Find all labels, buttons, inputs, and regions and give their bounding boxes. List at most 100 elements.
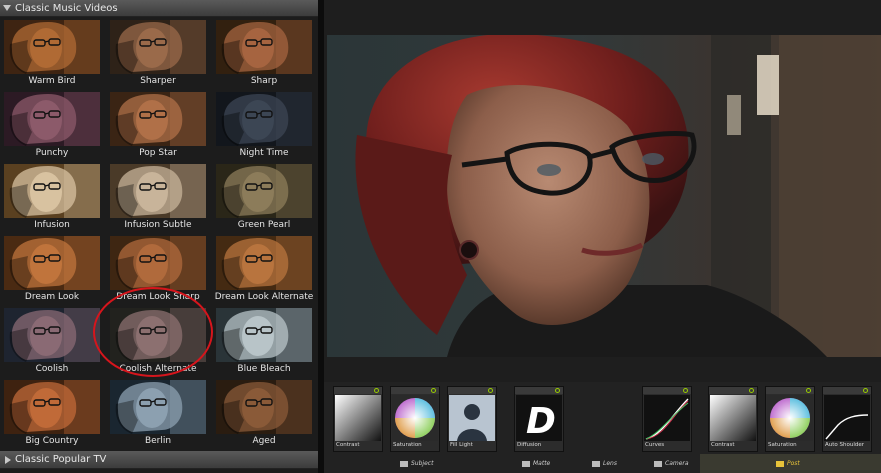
preset-label: Big Country bbox=[25, 436, 79, 446]
preset-label: Berlin bbox=[144, 436, 172, 446]
preset-browser-panel: Classic Music Videos Warm Bird Sharper Sha… bbox=[0, 0, 318, 473]
tool-chain-strip: Contrast Saturation Fill Light D Diffusion Cu… bbox=[324, 382, 881, 473]
power-icon[interactable] bbox=[431, 388, 436, 393]
tool-label: Saturation bbox=[768, 442, 797, 448]
preset-label: Pop Star bbox=[139, 148, 177, 158]
tool-saturation[interactable]: Saturation bbox=[390, 386, 440, 452]
svg-text:D: D bbox=[526, 401, 556, 441]
tool-fill-light[interactable]: Fill Light bbox=[447, 386, 497, 452]
group-camera-text: Camera bbox=[665, 460, 689, 467]
preset-grid: Warm Bird Sharper Sharp Punchy Pop Star Night… bbox=[0, 18, 318, 451]
tool-auto-shoulder[interactable]: Auto Shoulder bbox=[822, 386, 872, 452]
group-post-text: Post bbox=[787, 460, 800, 467]
preset-label: Blue Bleach bbox=[237, 364, 291, 374]
preset-item[interactable]: Dream Look bbox=[0, 234, 104, 306]
preset-item[interactable]: Big Country bbox=[0, 378, 104, 450]
preview-photo[interactable] bbox=[327, 35, 881, 357]
preset-label: Warm Bird bbox=[28, 76, 76, 86]
preset-label: Punchy bbox=[35, 148, 69, 158]
preset-item[interactable]: Aged bbox=[212, 378, 316, 450]
person-icon bbox=[400, 460, 408, 467]
contrast-gradient-icon bbox=[710, 395, 756, 441]
preset-thumbnail bbox=[216, 308, 312, 362]
color-wheel-icon bbox=[392, 395, 438, 441]
preset-label: Sharp bbox=[250, 76, 278, 86]
power-icon[interactable] bbox=[683, 388, 688, 393]
category-header-classic-music-videos[interactable]: Classic Music Videos bbox=[0, 0, 318, 17]
tool-label: Contrast bbox=[336, 442, 360, 448]
preset-thumbnail bbox=[216, 164, 312, 218]
portrait-silhouette-icon bbox=[449, 395, 495, 441]
preset-label: Sharper bbox=[140, 76, 176, 86]
shoulder-curve-icon bbox=[824, 395, 870, 441]
preset-item[interactable]: Berlin bbox=[106, 378, 210, 450]
preset-label: Aged bbox=[252, 436, 276, 446]
preset-item[interactable]: Coolish Alternate bbox=[106, 306, 210, 378]
preset-item[interactable]: Punchy bbox=[0, 90, 104, 162]
tool-label: Curves bbox=[645, 442, 665, 448]
tool-label: Contrast bbox=[711, 442, 735, 448]
preset-thumbnail bbox=[110, 164, 206, 218]
preset-thumbnail bbox=[216, 380, 312, 434]
preset-label: Infusion Subtle bbox=[124, 220, 192, 230]
power-icon[interactable] bbox=[863, 388, 868, 393]
preset-label: Coolish bbox=[35, 364, 69, 374]
preset-label: Infusion bbox=[34, 220, 70, 230]
preset-label: Dream Look bbox=[24, 292, 80, 302]
preset-thumbnail bbox=[110, 236, 206, 290]
power-icon[interactable] bbox=[374, 388, 379, 393]
group-lens-text: Lens bbox=[603, 460, 617, 467]
tool-diffusion[interactable]: D Diffusion bbox=[514, 386, 564, 452]
tool-contrast[interactable]: Contrast bbox=[333, 386, 383, 452]
letter-d-icon: D bbox=[516, 395, 562, 441]
preset-item[interactable]: Green Pearl bbox=[212, 162, 316, 234]
preset-thumbnail bbox=[4, 308, 100, 362]
preset-item[interactable]: Coolish bbox=[0, 306, 104, 378]
group-label-camera[interactable]: Camera bbox=[654, 458, 689, 470]
image-viewer bbox=[324, 0, 881, 382]
preset-label: Night Time bbox=[239, 148, 289, 158]
tool-label: Fill Light bbox=[450, 442, 473, 448]
preset-item[interactable]: Pop Star bbox=[106, 90, 210, 162]
group-label-subject[interactable]: Subject bbox=[400, 458, 433, 470]
collapsed-triangle-icon bbox=[5, 456, 15, 464]
preset-thumbnail bbox=[110, 308, 206, 362]
arrow-icon bbox=[592, 460, 600, 467]
preset-label: Coolish Alternate bbox=[119, 364, 197, 374]
preset-item[interactable]: Infusion bbox=[0, 162, 104, 234]
preset-item[interactable]: Warm Bird bbox=[0, 18, 104, 90]
portrait-photo-image bbox=[327, 35, 881, 357]
tool-label: Saturation bbox=[393, 442, 422, 448]
group-matte-text: Matte bbox=[533, 460, 551, 467]
preset-item[interactable]: Night Time bbox=[212, 90, 316, 162]
category-header-classic-popular-tv[interactable]: Classic Popular TV bbox=[0, 451, 318, 469]
tool-label: Diffusion bbox=[517, 442, 542, 448]
preset-thumbnail bbox=[110, 20, 206, 74]
tool-curves[interactable]: Curves bbox=[642, 386, 692, 452]
preset-item[interactable]: Sharper bbox=[106, 18, 210, 90]
arrow-icon bbox=[522, 460, 530, 467]
preset-item[interactable]: Sharp bbox=[212, 18, 316, 90]
group-label-lens[interactable]: Lens bbox=[592, 458, 617, 470]
preset-item[interactable]: Infusion Subtle bbox=[106, 162, 210, 234]
preset-thumbnail bbox=[4, 20, 100, 74]
preset-thumbnail bbox=[4, 380, 100, 434]
preset-item[interactable]: Blue Bleach bbox=[212, 306, 316, 378]
preset-thumbnail bbox=[110, 92, 206, 146]
power-icon[interactable] bbox=[555, 388, 560, 393]
tool-saturation[interactable]: Saturation bbox=[765, 386, 815, 452]
contrast-gradient-icon bbox=[335, 395, 381, 441]
power-icon[interactable] bbox=[806, 388, 811, 393]
color-wheel-icon bbox=[767, 395, 813, 441]
preset-item[interactable]: Dream Look Sharp bbox=[106, 234, 210, 306]
preset-label: Dream Look Sharp bbox=[116, 292, 200, 302]
power-icon[interactable] bbox=[488, 388, 493, 393]
preset-item[interactable]: Dream Look Alternate bbox=[212, 234, 316, 306]
preset-thumbnail bbox=[110, 380, 206, 434]
preset-thumbnail bbox=[4, 164, 100, 218]
group-label-matte[interactable]: Matte bbox=[522, 458, 550, 470]
category-title: Classic Popular TV bbox=[15, 454, 107, 465]
power-icon[interactable] bbox=[749, 388, 754, 393]
group-label-post[interactable]: Post bbox=[776, 458, 800, 470]
tool-contrast[interactable]: Contrast bbox=[708, 386, 758, 452]
